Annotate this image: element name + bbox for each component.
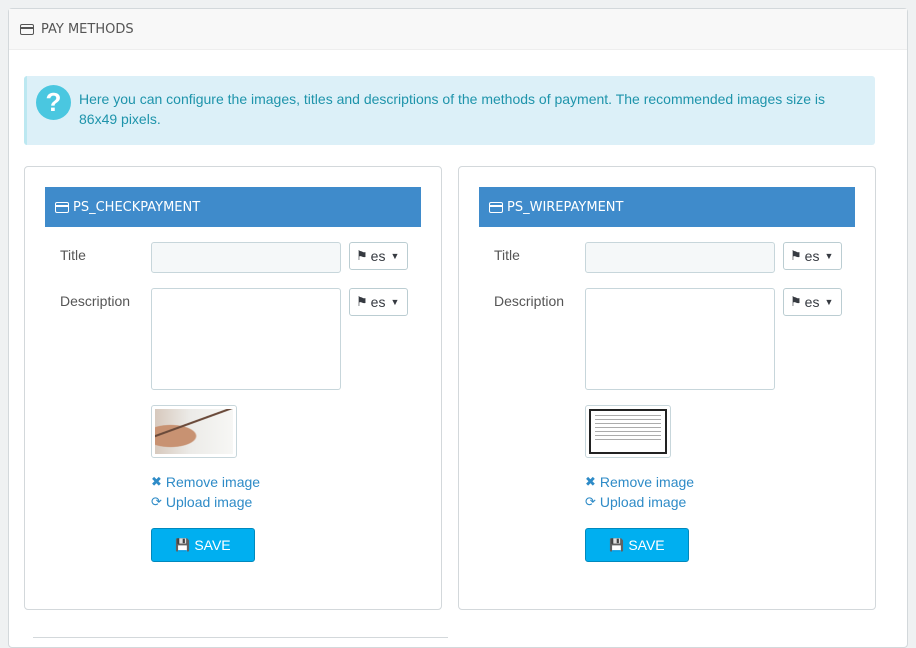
flag-icon: ⚑ — [356, 248, 368, 263]
remove-image-label: Remove image — [165, 474, 261, 490]
module-title: PS_CHECKPAYMENT — [73, 199, 201, 215]
title-language-dropdown[interactable]: ⚑ es ▼ — [349, 242, 408, 270]
refresh-icon: ⟳ — [585, 494, 596, 509]
description-textarea[interactable] — [585, 288, 775, 390]
upload-image-label: Upload image — [165, 494, 253, 510]
language-code: es — [370, 248, 386, 264]
payment-image-thumbnail — [151, 405, 237, 458]
remove-icon: ✖ — [151, 474, 162, 489]
upload-image-link[interactable]: ⟳ Upload image — [585, 494, 686, 510]
title-label: Title — [60, 247, 86, 263]
language-code: es — [804, 248, 820, 264]
save-label: SAVE — [194, 537, 231, 553]
save-button[interactable]: 💾 SAVE — [151, 528, 255, 562]
flag-icon: ⚑ — [356, 294, 368, 309]
save-label: SAVE — [628, 537, 665, 553]
description-language-dropdown[interactable]: ⚑ es ▼ — [349, 288, 408, 316]
description-language-dropdown[interactable]: ⚑ es ▼ — [783, 288, 842, 316]
title-input[interactable] — [585, 242, 775, 273]
flag-icon: ⚑ — [790, 248, 802, 263]
upload-image-label: Upload image — [599, 494, 687, 510]
credit-card-icon — [489, 201, 503, 213]
description-textarea[interactable] — [151, 288, 341, 390]
credit-card-icon — [20, 23, 34, 35]
upload-image-link[interactable]: ⟳ Upload image — [151, 494, 252, 510]
language-code: es — [804, 294, 820, 310]
next-module-card-edge — [33, 637, 448, 647]
caret-down-icon: ▼ — [390, 251, 400, 261]
save-button[interactable]: 💾 SAVE — [585, 528, 689, 562]
module-header: PS_WIREPAYMENT — [479, 187, 855, 227]
credit-card-icon — [55, 201, 69, 213]
module-header: PS_CHECKPAYMENT — [45, 187, 421, 227]
panel-title: PAY METHODS — [41, 21, 134, 37]
description-label: Description — [494, 293, 565, 309]
remove-image-label: Remove image — [599, 474, 695, 490]
wire-payment-image — [589, 409, 667, 454]
module-card-wirepayment: PS_WIREPAYMENT Title ⚑ es ▼ Description … — [458, 166, 876, 610]
payment-image-thumbnail — [585, 405, 671, 458]
caret-down-icon: ▼ — [824, 251, 834, 261]
caret-down-icon: ▼ — [390, 297, 400, 307]
caret-down-icon: ▼ — [824, 297, 834, 307]
help-icon: ? — [36, 85, 71, 120]
remove-image-link[interactable]: ✖ Remove image — [585, 474, 694, 490]
floppy-disk-icon: 💾 — [609, 538, 625, 552]
panel-heading: PAY METHODS — [9, 9, 907, 50]
title-label: Title — [494, 247, 520, 263]
flag-icon: ⚑ — [790, 294, 802, 309]
description-label: Description — [60, 293, 131, 309]
title-input[interactable] — [151, 242, 341, 273]
title-language-dropdown[interactable]: ⚑ es ▼ — [783, 242, 842, 270]
remove-image-link[interactable]: ✖ Remove image — [151, 474, 260, 490]
refresh-icon: ⟳ — [151, 494, 162, 509]
check-payment-image — [155, 409, 233, 454]
info-alert: ? Here you can configure the images, tit… — [24, 76, 875, 145]
module-title: PS_WIREPAYMENT — [507, 199, 624, 215]
module-card-checkpayment: PS_CHECKPAYMENT Title ⚑ es ▼ Description… — [24, 166, 442, 610]
alert-text: Here you can configure the images, title… — [79, 91, 826, 127]
floppy-disk-icon: 💾 — [175, 538, 191, 552]
language-code: es — [370, 294, 386, 310]
remove-icon: ✖ — [585, 474, 596, 489]
